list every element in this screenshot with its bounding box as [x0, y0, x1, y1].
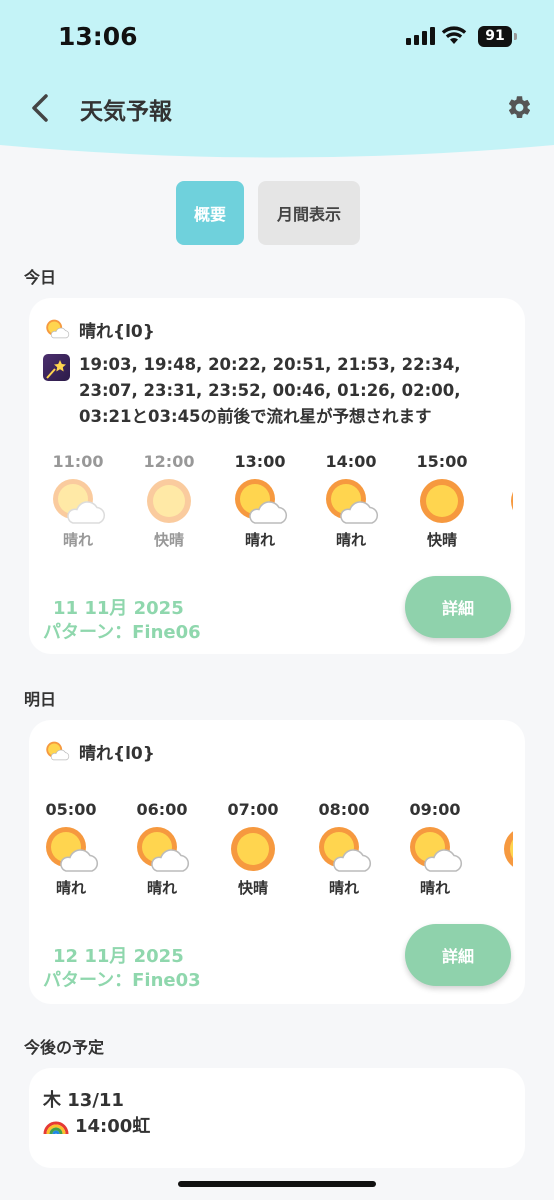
hour-item: 05:00 晴れ [36, 800, 106, 898]
tomorrow-section-label: 明日 [24, 690, 57, 709]
tomorrow-summary-text: 晴れ{l0} [79, 743, 155, 764]
sun-icon [231, 827, 275, 871]
rainbow-icon [43, 1121, 69, 1135]
today-card: 晴れ{l0} 19:03, 19:48, 20:22, 20:51, 21:53… [29, 298, 525, 654]
tomorrow-pattern: パターン：Fine03 [43, 970, 201, 991]
hour-item: 15:00 快晴 [407, 452, 477, 550]
hour-item-partial [491, 800, 513, 874]
battery-level: 91 [478, 26, 512, 47]
sun-cloud-icon [53, 479, 105, 524]
hour-item: 06:00 晴れ [127, 800, 197, 898]
sun-cloud-icon [46, 827, 98, 872]
tomorrow-hourly-forecast[interactable]: 05:00 晴れ 06:00 晴れ 07:00 快晴 08:00 晴れ 09:0… [29, 800, 513, 910]
today-date: 11 11月 2025 [53, 598, 184, 619]
upcoming-card[interactable]: 木 13/11 14:00虹 [29, 1068, 525, 1168]
tomorrow-card: 晴れ{l0} 05:00 晴れ 06:00 晴れ 07:00 快晴 08:00 … [29, 720, 525, 1004]
sun-cloud-icon [137, 827, 189, 872]
tomorrow-date: 12 11月 2025 [53, 946, 184, 967]
back-arrow-icon[interactable] [28, 92, 52, 124]
cellular-signal-icon [406, 27, 435, 45]
sun-cloud-icon [235, 479, 287, 524]
gear-icon[interactable] [506, 94, 533, 121]
today-hourly-forecast[interactable]: 11:00 晴れ 12:00 快晴 13:00 晴れ 14:00 晴れ 15:0… [29, 452, 513, 562]
event-item: 14:00虹 [43, 1112, 150, 1138]
tab-monthly[interactable]: 月間表示 [258, 181, 360, 245]
meteor-forecast-text: 19:03, 19:48, 20:22, 20:51, 21:53, 22:34… [79, 355, 461, 426]
event-text: 14:00虹 [75, 1116, 151, 1137]
hour-item: 11:00 晴れ [43, 452, 113, 550]
home-indicator [178, 1181, 376, 1187]
hour-item: 09:00 晴れ [400, 800, 470, 898]
status-bar: 13:06 91 [0, 0, 554, 70]
hour-item: 12:00 快晴 [134, 452, 204, 550]
sun-cloud-icon [46, 741, 70, 761]
upcoming-section-label: 今後の予定 [24, 1038, 105, 1057]
hour-item-partial [498, 452, 513, 526]
status-time: 13:06 [58, 22, 138, 51]
sun-cloud-icon [46, 319, 70, 339]
today-summary-text: 晴れ{l0} [79, 321, 155, 342]
sun-icon [504, 831, 513, 867]
sun-icon [420, 479, 464, 523]
sun-icon [147, 479, 191, 523]
today-summary: 晴れ{l0} [43, 316, 155, 342]
tomorrow-detail-button[interactable]: 詳細 [405, 924, 511, 986]
hour-item: 08:00 晴れ [309, 800, 379, 898]
today-section-label: 今日 [24, 268, 57, 287]
wifi-icon [441, 26, 467, 44]
hour-item: 13:00 晴れ [225, 452, 295, 550]
page-title: 天気予報 [80, 99, 172, 125]
sun-cloud-icon [326, 479, 378, 524]
event-date: 木 13/11 [43, 1090, 124, 1111]
battery-icon: 91 [478, 26, 518, 47]
hour-item: 07:00 快晴 [218, 800, 288, 898]
today-pattern: パターン：Fine06 [43, 622, 201, 643]
sun-icon [511, 491, 513, 511]
hour-item: 14:00 晴れ [316, 452, 386, 550]
sun-cloud-icon [410, 827, 462, 872]
shooting-star-icon [43, 354, 70, 381]
today-detail-button[interactable]: 詳細 [405, 576, 511, 638]
sun-cloud-icon [319, 827, 371, 872]
tomorrow-summary: 晴れ{l0} [43, 738, 155, 764]
tab-overview[interactable]: 概要 [176, 181, 244, 245]
